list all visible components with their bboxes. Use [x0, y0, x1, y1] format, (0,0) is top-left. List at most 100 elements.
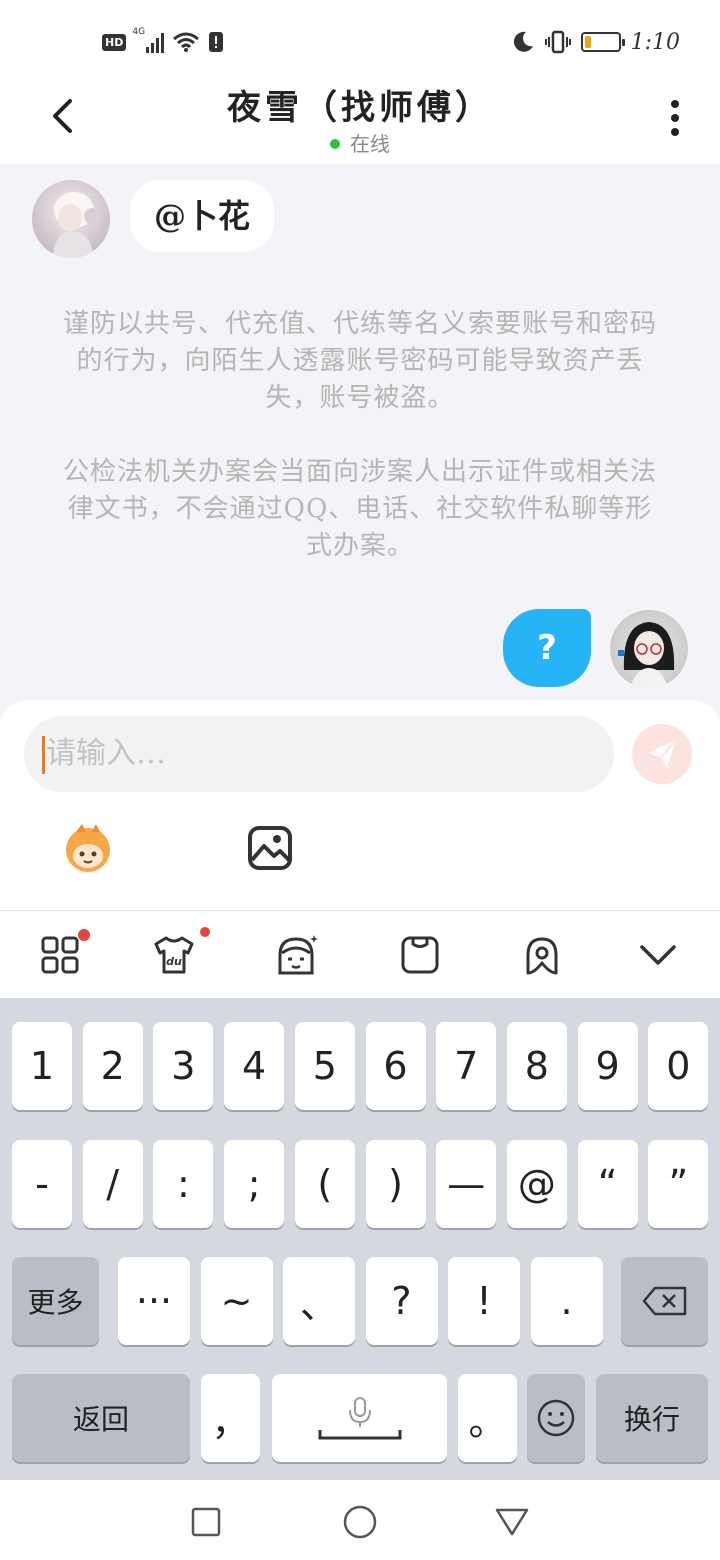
notification-dot	[78, 929, 90, 941]
back-to-letters-key[interactable]: 返回	[12, 1374, 190, 1462]
key[interactable]: @	[506, 1140, 567, 1228]
key[interactable]: ~	[200, 1257, 273, 1345]
image-picker-button[interactable]	[246, 824, 294, 872]
location-button[interactable]	[520, 933, 564, 977]
more-dot-icon	[671, 100, 679, 108]
backspace-icon	[642, 1286, 686, 1316]
battery-icon	[580, 32, 625, 52]
key[interactable]: 0	[648, 1022, 709, 1110]
clipboard-button[interactable]	[398, 933, 442, 977]
online-status-label: 在线	[350, 132, 390, 156]
system-nav-bar	[0, 1480, 720, 1560]
contact-avatar[interactable]	[32, 180, 110, 258]
svg-text:du: du	[166, 955, 182, 968]
emoji-key[interactable]	[527, 1374, 585, 1462]
message-input-placeholder: 请输入…	[46, 736, 166, 771]
emoji-sticker-button[interactable]	[60, 820, 116, 876]
vibrate-icon	[544, 30, 571, 54]
soft-keyboard: 1234567890 - /:;() — @ “” ··· ~、?!. 更多 返回 ， 。…	[0, 998, 720, 1480]
keyboard-toolbar: du	[0, 910, 720, 998]
key[interactable]: 6	[365, 1022, 426, 1110]
key[interactable]: 9	[577, 1022, 638, 1110]
more-options-button[interactable]	[660, 98, 690, 138]
key[interactable]: 、	[283, 1257, 355, 1345]
do-not-disturb-moon-icon	[513, 31, 533, 52]
notification-dot	[200, 927, 210, 937]
hd-badge: HD	[102, 33, 127, 51]
home-button[interactable]	[340, 1502, 380, 1542]
incoming-message-bubble[interactable]: @卜花	[130, 180, 275, 252]
send-button[interactable]	[632, 724, 692, 784]
battery-level-fill	[584, 36, 592, 48]
smiley-icon	[537, 1399, 575, 1437]
key[interactable]: 7	[436, 1022, 497, 1110]
status-bar: HD 4G 1:10	[0, 0, 720, 80]
key[interactable]: “	[577, 1140, 638, 1228]
key[interactable]: !	[448, 1257, 520, 1345]
key[interactable]: ”	[648, 1140, 709, 1228]
space-voice-key[interactable]	[272, 1374, 447, 1462]
message-input[interactable]: 请输入…	[24, 716, 614, 792]
security-notice-account: 谨防以共号、代充值、代练等名义索要账号和密码的行为，向陌生人透露账号密码可能导致…	[62, 309, 657, 413]
sim-alert-icon	[209, 32, 224, 52]
cellular-signal-icon: 4G	[132, 27, 165, 53]
composer-panel: 请输入…	[0, 700, 720, 910]
online-dot-icon	[330, 138, 340, 149]
apps-grid-icon	[41, 936, 79, 974]
skin-shirt-button[interactable]: du	[152, 933, 196, 977]
my-avatar-illustration	[618, 622, 675, 688]
microphone-icon	[318, 1397, 401, 1440]
wifi-icon	[173, 32, 200, 52]
back-nav-button[interactable]	[492, 1502, 532, 1542]
key[interactable]: (	[294, 1140, 355, 1228]
page-title: 夜雪（找师傅）	[227, 88, 493, 128]
home-icon	[343, 1505, 377, 1539]
contact-avatar-illustration	[52, 192, 100, 258]
online-status: 在线	[0, 128, 720, 157]
key[interactable]: 8	[506, 1022, 567, 1110]
key[interactable]: ;	[224, 1140, 285, 1228]
key[interactable]: ···	[118, 1257, 190, 1345]
key[interactable]: /	[82, 1140, 143, 1228]
key[interactable]: )	[365, 1140, 426, 1228]
back-icon	[495, 1508, 529, 1536]
period-key[interactable]: 。	[458, 1374, 517, 1462]
key[interactable]: 3	[153, 1022, 214, 1110]
location-icon	[526, 937, 558, 975]
my-avatar[interactable]	[610, 610, 688, 688]
key[interactable]: —	[436, 1140, 497, 1228]
chat-message-area[interactable]: @卜花 谨防以共号、代充值、代练等名义索要账号和密码的行为，向陌生人透露账号密码…	[0, 164, 720, 724]
key[interactable]: 4	[224, 1022, 285, 1110]
security-notice-police: 公检法机关办案会当面向涉案人出示证件或相关法律文书，不会通过QQ、电话、社交软件…	[62, 457, 657, 561]
status-left-group: HD 4G	[102, 27, 224, 56]
key[interactable]: 2	[82, 1022, 143, 1110]
newline-key[interactable]: 换行	[596, 1374, 708, 1462]
send-icon	[648, 739, 677, 768]
skin-shirt-icon: du	[154, 936, 194, 974]
apps-grid-button[interactable]	[38, 933, 82, 977]
clock: 1:10	[630, 29, 680, 55]
collapse-keyboard-button[interactable]	[636, 933, 680, 977]
comma-key[interactable]: ，	[201, 1374, 260, 1462]
key[interactable]: 1	[12, 1022, 72, 1110]
outgoing-message-bubble[interactable]: ?	[503, 609, 591, 687]
avatar-face-button[interactable]	[274, 933, 318, 977]
avatar-face-icon	[278, 935, 318, 975]
key[interactable]: ?	[365, 1257, 438, 1345]
more-dot-icon	[671, 128, 679, 136]
key[interactable]: -	[12, 1140, 72, 1228]
key[interactable]: :	[153, 1140, 214, 1228]
text-caret	[42, 736, 45, 774]
image-icon	[248, 826, 292, 870]
key[interactable]: 5	[294, 1022, 355, 1110]
more-dot-icon	[671, 114, 679, 122]
status-right-group: 1:10	[511, 26, 680, 58]
recent-apps-button[interactable]	[186, 1502, 226, 1542]
recent-apps-icon	[191, 1507, 221, 1537]
more-symbols-key[interactable]: 更多	[12, 1257, 99, 1345]
clipboard-icon	[401, 936, 439, 974]
backspace-key[interactable]	[621, 1257, 708, 1345]
key[interactable]: .	[530, 1257, 603, 1345]
chat-header: 夜雪（找师傅） 在线	[0, 80, 720, 164]
emoji-sticker-icon	[66, 824, 110, 872]
